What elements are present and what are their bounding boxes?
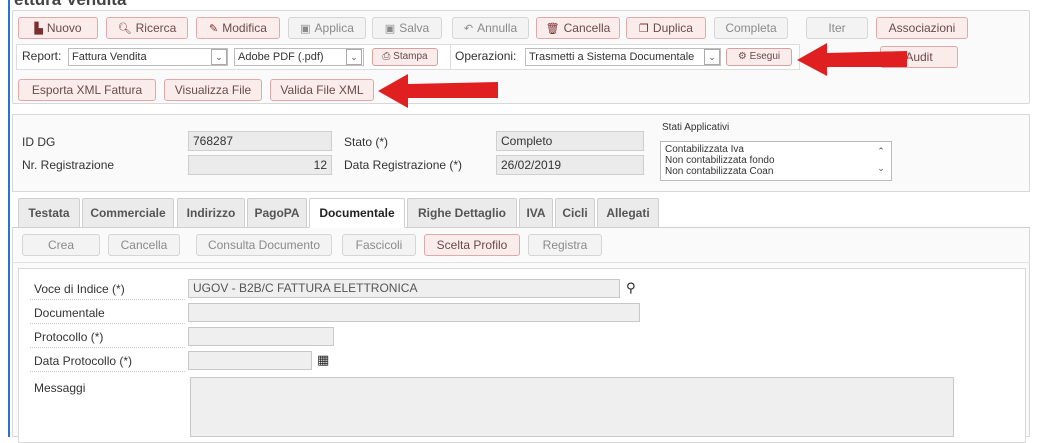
consulta-documento-button[interactable]: Consulta Documento <box>196 234 332 256</box>
stato-label: Stato (*) <box>344 135 389 149</box>
scroll-down-icon[interactable]: ⌄ <box>874 163 888 174</box>
operazioni-select[interactable]: Trasmetti a Sistema Documentale <box>525 48 721 66</box>
list-item[interactable]: Contabilizzata Iva <box>665 144 887 155</box>
modifica-button[interactable]: ✎ Modifica <box>196 17 280 39</box>
tab-commerciale[interactable]: Commerciale <box>82 198 174 228</box>
trash-icon: 🗑︎ <box>545 23 560 35</box>
stampa-button[interactable]: ⎙ Stampa <box>372 48 438 66</box>
list-item[interactable]: Non contabilizzata Coan <box>665 166 887 177</box>
crea-button[interactable]: Crea <box>22 234 100 256</box>
list-item[interactable]: Non contabilizzata fondo <box>665 155 887 166</box>
applica-button[interactable]: ▣ Applica <box>288 17 366 39</box>
annotation-arrow-left <box>378 74 498 108</box>
fascicoli-button[interactable]: Fascicoli <box>342 234 416 256</box>
data-registrazione-label: Data Registrazione (*) <box>344 158 463 172</box>
gear-icon: ⚙ <box>737 51 747 62</box>
ricerca-button[interactable]: 🔍︎ Ricerca <box>106 17 188 39</box>
voce-indice-label: Voce di Indice (*) <box>34 282 125 296</box>
duplica-button[interactable]: ❐ Duplica <box>626 17 706 39</box>
scroll-up-icon[interactable]: ⌃ <box>874 146 888 157</box>
data-protocollo-label: Data Protocollo (*) <box>34 354 133 368</box>
divider <box>30 322 185 324</box>
voce-indice-field[interactable]: UGOV - B2B/C FATTURA ELETTRONICA <box>188 279 620 298</box>
stati-applicativi-list[interactable]: Contabilizzata Iva Non contabilizzata fo… <box>660 141 892 181</box>
iter-button[interactable]: Iter <box>806 17 868 39</box>
completa-button[interactable]: Completa <box>714 17 788 39</box>
tab-allegati[interactable]: Allegati <box>597 198 659 228</box>
cancella-button[interactable]: 🗑︎ Cancella <box>536 17 620 39</box>
search-icon[interactable]: ⚲ <box>626 280 636 296</box>
chevron-down-icon[interactable]: ⌄ <box>211 49 227 65</box>
esporta-xml-button[interactable]: Esporta XML Fattura <box>18 79 156 101</box>
document-icon: ▙ <box>34 23 43 35</box>
copy-icon: ❐ <box>639 23 649 35</box>
annotation-arrow-right <box>797 43 907 76</box>
divider <box>12 262 1030 263</box>
stati-applicativi-label: Stati Applicativi <box>662 122 730 133</box>
tab-pagopa[interactable]: PagoPA <box>247 198 307 228</box>
tab-iva[interactable]: IVA <box>519 198 553 228</box>
save-icon: ▣ <box>300 23 311 35</box>
divider <box>30 370 185 372</box>
report-select[interactable]: Fattura Vendita <box>68 48 228 66</box>
annulla-button[interactable]: ↶ Annulla <box>452 17 529 39</box>
calendar-icon[interactable]: ▦ <box>317 352 329 368</box>
nr-registrazione-field: 12 <box>188 155 332 175</box>
divider <box>30 298 185 300</box>
stato-field: Completo <box>496 131 644 151</box>
print-icon: ⎙ <box>382 51 391 62</box>
pencil-icon: ✎ <box>209 23 219 35</box>
tab-testata[interactable]: Testata <box>18 198 80 228</box>
documentale-label: Documentale <box>34 306 105 320</box>
data-registrazione-field: 26/02/2019 <box>496 155 644 175</box>
id-dg-field: 768287 <box>188 131 332 151</box>
valida-xml-button[interactable]: Valida File XML <box>270 79 374 101</box>
page-title: ettura Vendita <box>14 0 126 10</box>
associazioni-button[interactable]: Associazioni <box>876 17 968 39</box>
save-icon: ▣ <box>384 23 396 35</box>
data-protocollo-field[interactable] <box>188 351 312 370</box>
registra-button[interactable]: Registra <box>528 234 602 256</box>
protocollo-field[interactable] <box>188 327 334 346</box>
esegui-button[interactable]: ⚙ Esegui <box>726 48 792 66</box>
window-edge <box>8 0 10 437</box>
tab-indirizzo[interactable]: Indirizzo <box>177 198 245 228</box>
nr-registrazione-label: Nr. Registrazione <box>22 158 115 172</box>
nuovo-button[interactable]: ▙ Nuovo <box>18 17 98 39</box>
protocollo-label: Protocollo (*) <box>34 330 104 344</box>
documentale-field[interactable] <box>188 303 640 322</box>
messaggi-label: Messaggi <box>34 381 86 395</box>
operazioni-label: Operazioni: <box>455 49 517 63</box>
divider <box>30 346 185 348</box>
search-icon: 🔍︎ <box>117 23 132 35</box>
scelta-profilo-button[interactable]: Scelta Profilo <box>424 234 520 256</box>
chevron-down-icon[interactable]: ⌄ <box>346 49 362 65</box>
tab-documentale[interactable]: Documentale <box>309 198 405 228</box>
messaggi-field[interactable] <box>190 377 954 437</box>
visualizza-file-button[interactable]: Visualizza File <box>164 79 262 101</box>
tab-cicli[interactable]: Cicli <box>555 198 595 228</box>
chevron-down-icon[interactable]: ⌄ <box>704 49 720 65</box>
tab-righe-dettaglio[interactable]: Righe Dettaglio <box>407 198 517 228</box>
cancella-doc-button[interactable]: Cancella <box>108 234 180 256</box>
report-label: Report: <box>22 49 62 63</box>
undo-icon: ↶ <box>463 23 474 35</box>
salva-button[interactable]: ▣ Salva <box>372 17 442 39</box>
id-dg-label: ID DG <box>22 135 56 149</box>
format-select[interactable]: Adobe PDF (.pdf) <box>234 48 364 66</box>
